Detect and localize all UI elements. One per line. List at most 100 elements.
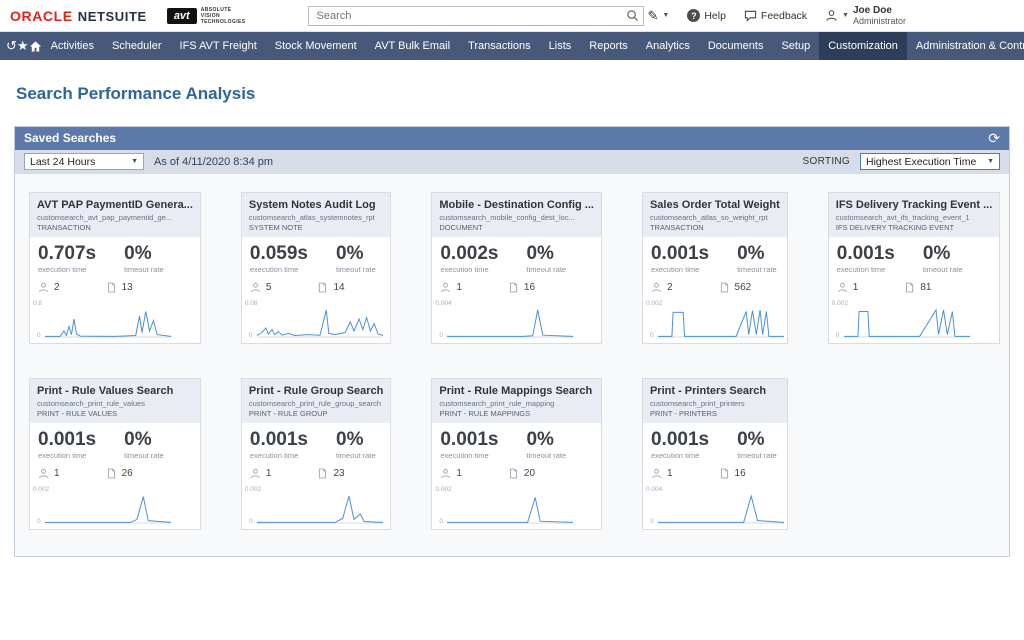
execution-time-label: execution time <box>38 450 87 460</box>
oracle-netsuite-logo: ORACLE NETSUITE <box>10 8 147 24</box>
saved-search-card[interactable]: Print - Rule Mappings Search customsearc… <box>431 377 602 530</box>
person-icon <box>837 282 847 292</box>
recent-records-icon[interactable]: ↺ <box>6 32 17 60</box>
execution-time-value: 0.001s <box>249 428 309 450</box>
quick-create-button[interactable]: ✎ ▼ <box>647 8 669 24</box>
timeout-rate-value: 0% <box>526 242 554 264</box>
stats-row: 1 16 <box>432 277 601 295</box>
nav-item[interactable]: Lists <box>540 32 581 60</box>
sorting-select[interactable]: Highest Execution Time ▼ <box>860 153 1000 171</box>
sparkline-chart <box>657 493 784 524</box>
users-stat: 1 <box>651 468 673 479</box>
nav-item[interactable]: Scheduler <box>103 32 171 60</box>
nav-item[interactable]: Activities <box>42 32 103 60</box>
nav-item[interactable]: Stock Movement <box>266 32 366 60</box>
users-count: 1 <box>456 281 462 293</box>
sparkline: 0.002 0 <box>432 481 601 529</box>
execution-time-value: 0.001s <box>650 428 710 450</box>
nav-item[interactable]: Setup <box>772 32 819 60</box>
nav-item[interactable]: Customization <box>819 32 907 60</box>
help-label: Help <box>704 9 726 22</box>
document-icon <box>509 468 517 479</box>
timeout-rate-label: timeout rate <box>124 264 164 274</box>
card-header: Print - Rule Values Search customsearch_… <box>30 378 200 423</box>
search-icon[interactable] <box>626 9 639 27</box>
execution-time-metric: 0.001s execution time <box>650 428 710 460</box>
feedback-button[interactable]: Feedback <box>744 9 807 22</box>
sparkline: 0.08 0 <box>242 295 390 343</box>
y-axis-max-label: 0.08 <box>244 299 258 307</box>
home-icon[interactable] <box>29 32 42 60</box>
saved-search-card[interactable]: Sales Order Total Weight customsearch_at… <box>641 191 788 344</box>
avt-logo: avt ABSOLUTE VISION TECHNOLOGIES <box>166 7 246 25</box>
nav-item[interactable]: Documents <box>699 32 773 60</box>
sparkline: 0.002 0 <box>30 481 200 529</box>
saved-searches-panel: Saved Searches ⟳ Last 24 Hours ▼ As of 4… <box>14 125 1010 557</box>
usage-count: 13 <box>121 281 133 293</box>
metrics-row: 0.002s execution time 0% timeout rate <box>432 237 601 277</box>
sparkline-chart <box>256 495 383 524</box>
execution-time-value: 0.001s <box>836 242 895 264</box>
refresh-icon[interactable]: ⟳ <box>988 130 1000 147</box>
timeout-rate-metric: 0% timeout rate <box>336 243 376 274</box>
user-icon <box>826 10 837 21</box>
pencil-icon: ✎ <box>647 7 659 23</box>
saved-search-card[interactable]: IFS Delivery Tracking Event ... customse… <box>827 191 1001 344</box>
timeout-rate-label: timeout rate <box>336 264 376 274</box>
y-axis-min-label: 0 <box>439 331 443 339</box>
sparkline: 0.8 0 <box>30 295 200 343</box>
usage-count: 23 <box>333 467 345 479</box>
search-script-id: customsearch_atlas_so_weight_rpt <box>649 212 768 222</box>
saved-search-card[interactable]: Print - Rule Values Search customsearch_… <box>29 377 201 530</box>
saved-search-card[interactable]: System Notes Audit Log customsearch_atla… <box>240 191 392 344</box>
saved-search-card[interactable]: Print - Rule Group Search customsearch_p… <box>240 377 392 530</box>
execution-time-label: execution time <box>650 450 700 460</box>
timeout-rate-value: 0% <box>737 428 765 450</box>
top-bar: ORACLE NETSUITE avt ABSOLUTE VISION TECH… <box>0 0 1024 32</box>
help-button[interactable]: ? Help <box>687 9 726 22</box>
metrics-row: 0.059s execution time 0% timeout rate <box>242 237 390 277</box>
execution-time-label: execution time <box>440 264 489 274</box>
avt-logo-subtext: ABSOLUTE VISION TECHNOLOGIES <box>201 7 246 25</box>
nav-item[interactable]: IFS AVT Freight <box>171 32 266 60</box>
metrics-row: 0.001s execution time 0% timeout rate <box>242 423 390 463</box>
sparkline-chart <box>447 309 574 338</box>
usage-stat: 13 <box>106 282 133 293</box>
usage-count: 26 <box>121 467 133 479</box>
user-name: Joe Doe <box>852 5 892 16</box>
timeout-rate-value: 0% <box>526 428 554 450</box>
timeout-rate-value: 0% <box>922 242 951 264</box>
search-title: Print - Rule Group Search <box>248 384 384 397</box>
saved-search-cards: AVT PAP PaymentID Genera... customsearch… <box>29 191 1001 530</box>
metrics-row: 0.001s execution time 0% timeout rate <box>829 237 1000 277</box>
panel-content: AVT PAP PaymentID Genera... customsearch… <box>15 173 1009 556</box>
timeout-rate-metric: 0% timeout rate <box>124 429 164 460</box>
execution-time-metric: 0.001s execution time <box>38 429 96 460</box>
nav-item[interactable]: Transactions <box>459 32 540 60</box>
y-axis-min-label: 0 <box>37 517 41 525</box>
stats-row: 2 13 <box>30 277 200 295</box>
nav-item[interactable]: AVT Bulk Email <box>366 32 459 60</box>
user-menu[interactable]: ▼ Joe Doe Administrator <box>825 5 906 26</box>
timeout-rate-metric: 0% timeout rate <box>336 429 376 460</box>
date-range-select[interactable]: Last 24 Hours ▼ <box>24 153 144 171</box>
chevron-down-icon: ▼ <box>842 12 849 19</box>
execution-time-value: 0.001s <box>440 428 499 450</box>
document-icon <box>720 468 728 479</box>
saved-search-card[interactable]: AVT PAP PaymentID Genera... customsearch… <box>29 191 201 344</box>
document-icon <box>107 468 115 479</box>
usage-stat: 81 <box>904 282 931 293</box>
card-header: AVT PAP PaymentID Genera... customsearch… <box>30 192 200 237</box>
search-input[interactable] <box>307 5 644 26</box>
nav-item[interactable]: Analytics <box>637 32 699 60</box>
timeout-rate-metric: 0% timeout rate <box>922 242 963 274</box>
nav-item[interactable]: Reports <box>580 32 637 60</box>
shortcuts-star-icon[interactable]: ★ <box>17 32 29 60</box>
saved-search-card[interactable]: Mobile - Destination Config ... customse… <box>431 191 602 344</box>
avt-logo-mark: avt <box>166 7 197 24</box>
nav-item[interactable]: Administration & Controls <box>907 32 1024 60</box>
saved-search-card[interactable]: Print - Printers Search customsearch_pri… <box>641 377 788 530</box>
timeout-rate-label: timeout rate <box>526 264 567 274</box>
timeout-rate-label: timeout rate <box>124 450 164 460</box>
record-type: PRINT - RULE GROUP <box>248 408 328 418</box>
